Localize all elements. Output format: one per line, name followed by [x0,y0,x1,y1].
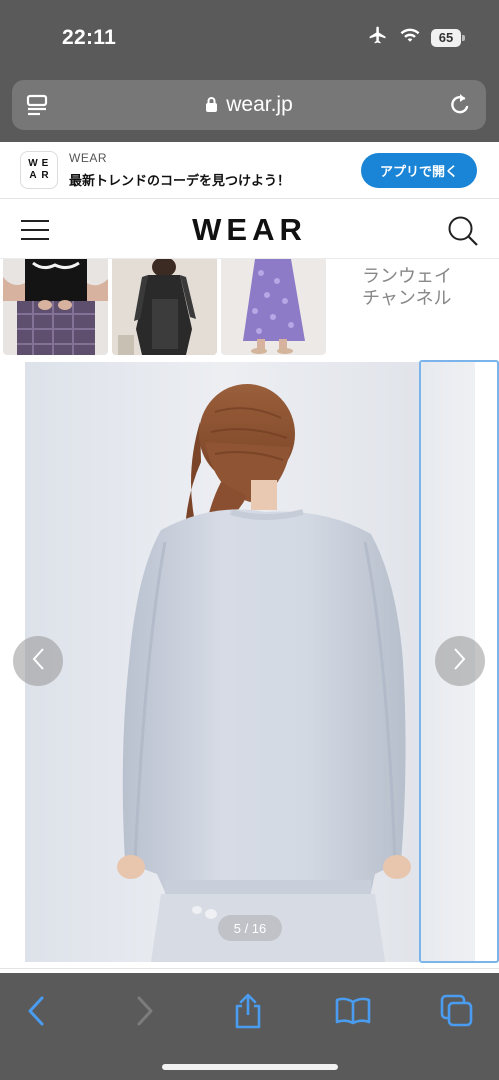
status-time: 22:11 [62,26,117,49]
bookmarks-icon [335,997,371,1030]
lock-icon [205,95,218,119]
status-icons: 65 [367,25,465,50]
search-icon[interactable] [447,215,479,252]
thumbnail-outfit-3[interactable] [221,259,326,355]
gallery-prev-button[interactable] [13,636,63,686]
forward-button[interactable] [123,991,167,1035]
battery-icon: 65 [431,28,465,47]
share-icon [233,993,263,1034]
runway-label-line2: チャンネル [362,288,452,308]
back-icon [26,995,46,1032]
phone-screen: 22:11 65 wear.jp W E A R WEAR 最新トレンドのコーデ… [0,0,499,1080]
gallery-main-photo[interactable] [25,362,419,962]
chevron-right-icon [453,647,467,676]
tabs-button[interactable] [435,991,479,1035]
browser-top-chrome: 22:11 65 wear.jp [0,0,499,142]
related-thumbnails: ランウェイ チャンネル [0,259,499,355]
back-button[interactable] [14,991,58,1035]
chevron-left-icon [31,647,45,676]
wear-app-icon: W E A R [20,151,58,189]
wear-logo[interactable]: WEAR [0,212,499,248]
home-indicator [162,1064,338,1070]
share-button[interactable] [226,991,270,1035]
runway-label-line1: ランウェイ [362,266,452,286]
airplane-icon [367,25,389,50]
app-banner: W E A R WEAR 最新トレンドのコーデを見つけよう！ アプリで開く [0,142,499,199]
app-name: WEAR [69,151,107,165]
thumbnail-outfit-2[interactable] [112,259,217,355]
bookmarks-button[interactable] [331,991,375,1035]
forward-icon [135,995,155,1032]
reload-icon[interactable] [448,92,472,123]
gallery-counter: 5 / 16 [218,915,282,941]
wifi-icon [399,26,421,49]
site-header: WEAR [0,199,499,259]
gallery-next-button[interactable] [435,636,485,686]
battery-level: 65 [438,30,454,45]
thumbnail-outfit-1[interactable] [3,259,108,355]
url-text: wear.jp [226,93,293,116]
app-tagline: 最新トレンドのコーデを見つけよう！ [69,173,291,188]
address-bar[interactable]: wear.jp [12,80,486,130]
runway-channel-link[interactable]: ランウェイ チャンネル [362,265,472,309]
open-in-app-button[interactable]: アプリで開く [361,153,477,188]
photo-gallery: 5 / 16 [0,360,499,965]
browser-bottom-toolbar [0,973,499,1080]
tabs-icon [440,994,474,1033]
url-display[interactable]: wear.jp [12,93,486,119]
